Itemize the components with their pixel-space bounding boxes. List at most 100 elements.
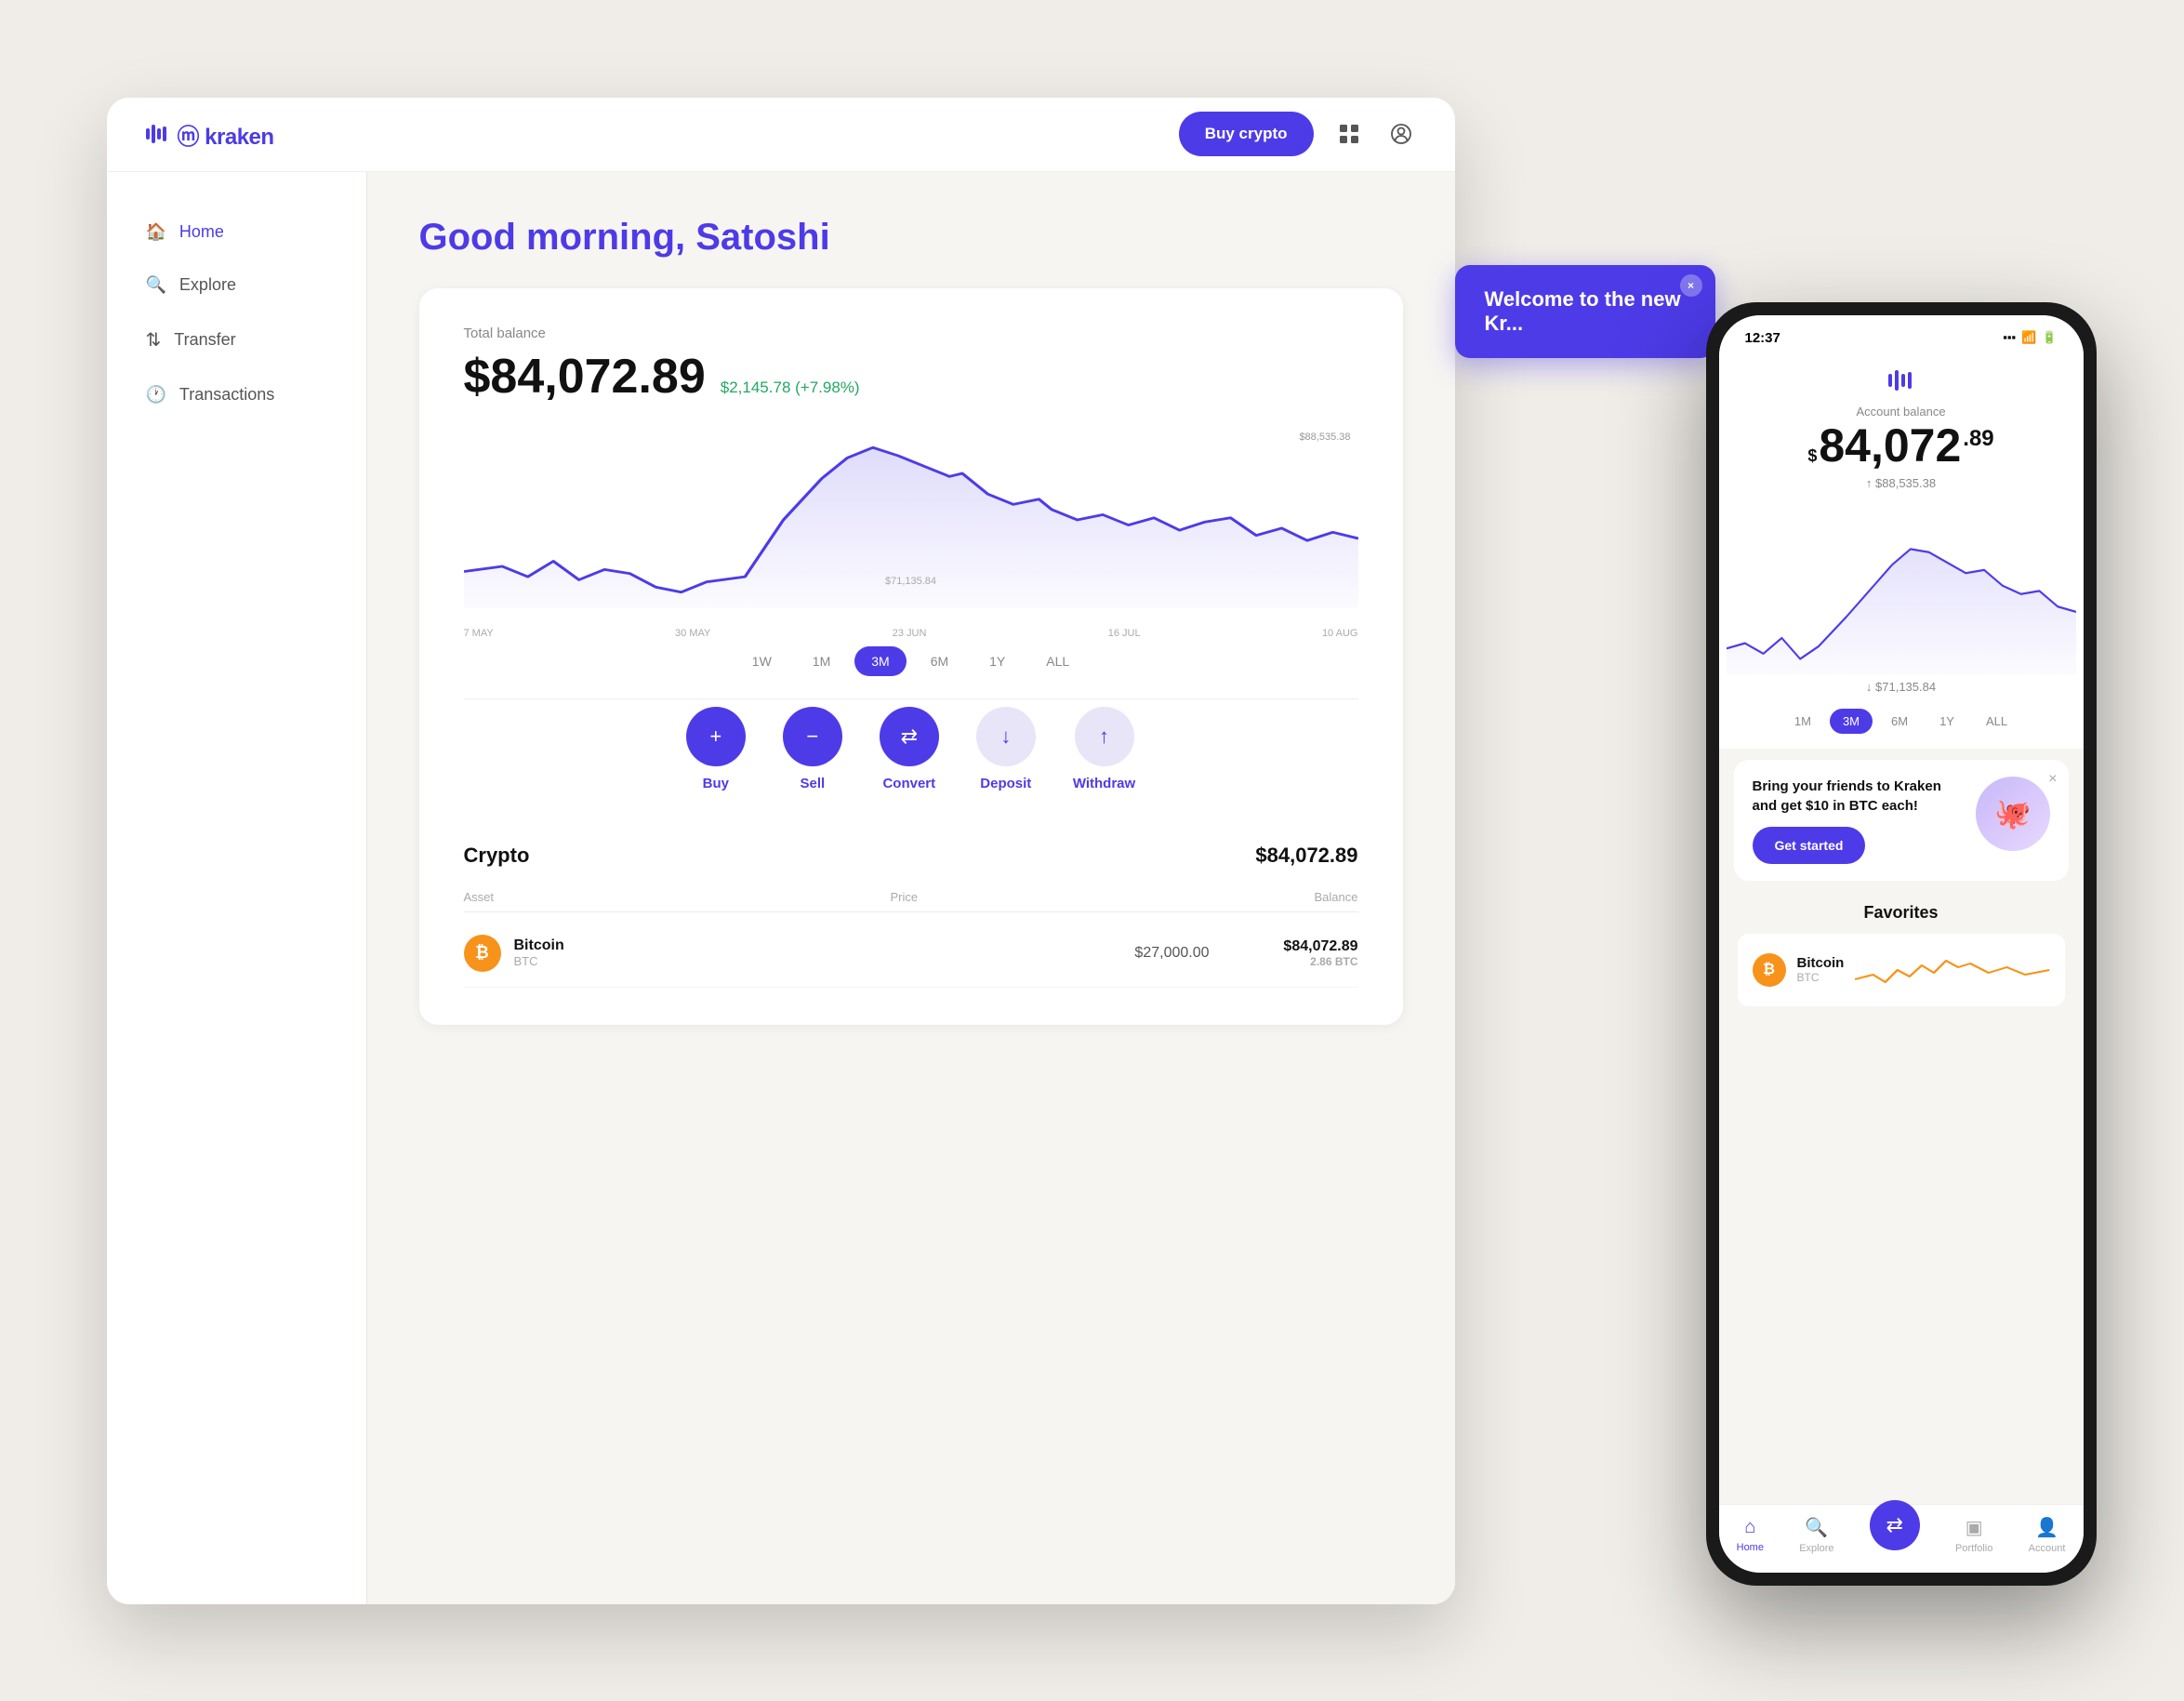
withdraw-label: Withdraw — [1073, 776, 1135, 791]
sidebar-label-home: Home — [179, 222, 224, 242]
explore-icon: 🔍 — [146, 275, 166, 295]
phone-balance-currency: $ — [1807, 446, 1817, 466]
buy-crypto-button[interactable]: Buy crypto — [1179, 112, 1314, 156]
phone-chart — [1719, 512, 2084, 680]
phone-filter-all[interactable]: ALL — [1973, 709, 2020, 734]
col-asset: Asset — [464, 890, 495, 904]
phone-status-bar: 12:37 ▪▪▪ 📶 🔋 — [1719, 315, 2084, 353]
buy-button[interactable]: + Buy — [686, 707, 746, 791]
phone-time: 12:37 — [1745, 330, 1780, 346]
asset-balance-usd: $84,072.89 — [1210, 938, 1358, 955]
kraken-logo-icon — [144, 123, 170, 145]
referral-get-started-button[interactable]: Get started — [1753, 827, 1866, 864]
welcome-banner: × Welcome to the new Kr... — [1455, 265, 1715, 358]
time-filter-3m[interactable]: 3M — [854, 646, 906, 676]
chart-low-label: $71,135.84 — [885, 576, 936, 587]
phone-nav-portfolio[interactable]: ▣ Portfolio — [1955, 1516, 1992, 1554]
table-headers: Asset Price Balance — [464, 883, 1358, 912]
header-right: Buy crypto — [1179, 112, 1418, 156]
portfolio-total: $84,072.89 — [1255, 844, 1357, 868]
referral-card: × Bring your friends to Kraken and get $… — [1734, 760, 2069, 881]
phone-kraken-logo — [1886, 368, 1916, 397]
welcome-close-button[interactable]: × — [1680, 274, 1702, 297]
asset-name: Bitcoin — [514, 937, 564, 954]
phone-status-icons: ▪▪▪ 📶 🔋 — [2003, 330, 2057, 345]
phone-convert-icon: ⇄ — [1886, 1513, 1903, 1537]
convert-label: Convert — [882, 776, 935, 791]
asset-balance-btc: 2.86 BTC — [1210, 955, 1358, 968]
phone-nav-explore-label: Explore — [1799, 1543, 1833, 1554]
portfolio-header: Crypto $84,072.89 — [464, 844, 1358, 868]
home-icon: 🏠 — [146, 222, 166, 242]
grid-icon[interactable] — [1332, 117, 1366, 151]
phone-signal-icon: ▪▪▪ — [2003, 330, 2016, 345]
phone-header: Account balance $ 84,072 .89 ↑ $88,535.3… — [1719, 353, 2084, 512]
sidebar-item-home[interactable]: 🏠 Home — [129, 209, 344, 255]
phone-nav-portfolio-label: Portfolio — [1955, 1543, 1992, 1554]
withdraw-button[interactable]: ↑ Withdraw — [1073, 707, 1135, 791]
time-filter-1y[interactable]: 1Y — [973, 646, 1022, 676]
referral-close-button[interactable]: × — [2048, 771, 2057, 788]
col-price: Price — [890, 890, 918, 904]
profile-icon[interactable] — [1384, 117, 1418, 151]
chart-x-label-2: 30 MAY — [675, 628, 710, 639]
withdraw-icon: ↑ — [1075, 707, 1134, 766]
phone-frame: 12:37 ▪▪▪ 📶 🔋 — [1706, 302, 2097, 1586]
asset-balance-group: $84,072.89 2.86 BTC — [1210, 938, 1358, 968]
sidebar-label-transactions: Transactions — [179, 385, 274, 405]
chart-x-label-4: 16 JUL — [1108, 628, 1141, 639]
convert-button[interactable]: ⇄ Convert — [880, 707, 939, 791]
sidebar-item-transactions[interactable]: 🕐 Transactions — [129, 372, 344, 418]
phone-filter-1m[interactable]: 1M — [1781, 709, 1824, 734]
btc-favorite-icon: ₿ — [1753, 953, 1786, 987]
chart-x-label-1: 7 MAY — [464, 628, 494, 639]
sell-button[interactable]: − Sell — [783, 707, 842, 791]
time-filter-6m[interactable]: 6M — [914, 646, 965, 676]
portfolio-title: Crypto — [464, 844, 530, 868]
phone-filter-6m[interactable]: 6M — [1878, 709, 1921, 734]
desktop-browser: ⓜ kraken Buy crypto 🏠 Home 🔍 — [107, 98, 1455, 1604]
phone-filter-1y[interactable]: 1Y — [1926, 709, 1967, 734]
deposit-button[interactable]: ↓ Deposit — [976, 707, 1036, 791]
action-buttons: + Buy − Sell ⇄ Convert ↓ — [464, 698, 1358, 791]
phone-nav-explore[interactable]: 🔍 Explore — [1799, 1516, 1833, 1554]
referral-title: Bring your friends to Kraken and get $10… — [1753, 777, 1965, 816]
phone-favorites: Favorites ₿ Bitcoin BTC — [1719, 892, 2084, 1504]
phone-nav-account[interactable]: 👤 Account — [2029, 1516, 2066, 1554]
chart-x-label-5: 10 AUG — [1322, 628, 1358, 639]
balance-chart: $88,535.38 — [464, 427, 1358, 613]
asset-price: $27,000.00 — [1061, 945, 1210, 962]
referral-text-area: Bring your friends to Kraken and get $10… — [1753, 777, 1976, 864]
asset-name-group: Bitcoin BTC — [514, 937, 564, 968]
time-filter-1w[interactable]: 1W — [735, 646, 788, 676]
page-greeting: Good morning, Satoshi — [419, 217, 1403, 259]
sidebar: 🏠 Home 🔍 Explore ⇅ Transfer 🕐 Transactio… — [107, 172, 367, 1604]
chart-x-labels: 7 MAY 30 MAY 23 JUN 16 JUL 10 AUG — [464, 628, 1358, 639]
asset-info: ₿ Bitcoin BTC — [464, 935, 1061, 972]
time-filter-1m[interactable]: 1M — [796, 646, 847, 676]
welcome-text: Welcome to the new Kr... — [1485, 287, 1681, 335]
btc-sparkline — [1855, 947, 2049, 993]
phone-nav-convert[interactable]: ⇄ — [1870, 1500, 1920, 1550]
phone-portfolio-icon: ▣ — [1966, 1516, 1983, 1539]
time-filter-group: 1W 1M 3M 6M 1Y ALL — [464, 646, 1358, 676]
asset-ticker: BTC — [514, 954, 564, 968]
time-filter-all[interactable]: ALL — [1029, 646, 1086, 676]
transactions-icon: 🕐 — [146, 385, 166, 405]
phone-balance-display: $ 84,072 .89 — [1807, 419, 1993, 472]
phone-battery-icon: 🔋 — [2042, 330, 2057, 345]
phone-screen: 12:37 ▪▪▪ 📶 🔋 — [1719, 315, 2084, 1573]
favorites-title: Favorites — [1738, 903, 2065, 923]
favorite-item-btc[interactable]: ₿ Bitcoin BTC — [1738, 934, 2065, 1006]
browser-content: 🏠 Home 🔍 Explore ⇅ Transfer 🕐 Transactio… — [107, 172, 1455, 1604]
sell-icon: − — [783, 707, 842, 766]
phone-account-icon: 👤 — [2035, 1516, 2058, 1539]
phone-filter-3m[interactable]: 3M — [1830, 709, 1873, 734]
table-row[interactable]: ₿ Bitcoin BTC $27,000.00 $84,072.89 2.86… — [464, 920, 1358, 988]
sidebar-item-transfer[interactable]: ⇅ Transfer — [129, 315, 344, 365]
phone-nav-home[interactable]: ⌂ Home — [1737, 1517, 1764, 1553]
buy-label: Buy — [703, 776, 729, 791]
phone-bottom-nav: ⌂ Home 🔍 Explore ⇄ ▣ Portfolio — [1719, 1504, 2084, 1573]
sidebar-item-explore[interactable]: 🔍 Explore — [129, 262, 344, 308]
browser-header: ⓜ kraken Buy crypto — [107, 98, 1455, 172]
